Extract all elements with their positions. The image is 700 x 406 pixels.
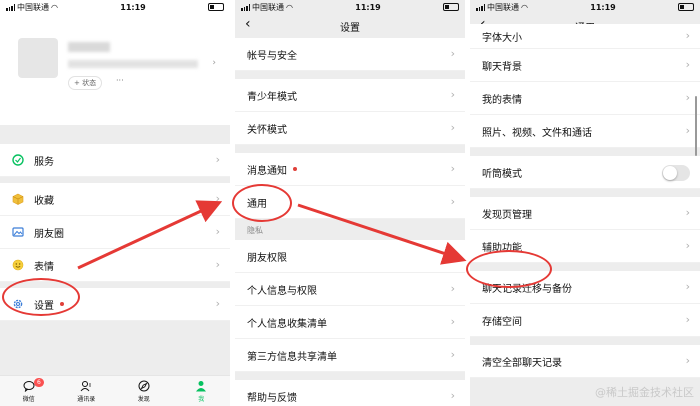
arrow-to-general [77, 200, 223, 270]
annotation-arrows [77, 200, 467, 270]
watermark: @稀土掘金技术社区 [595, 386, 694, 399]
arrow-to-accessibility [297, 203, 467, 265]
